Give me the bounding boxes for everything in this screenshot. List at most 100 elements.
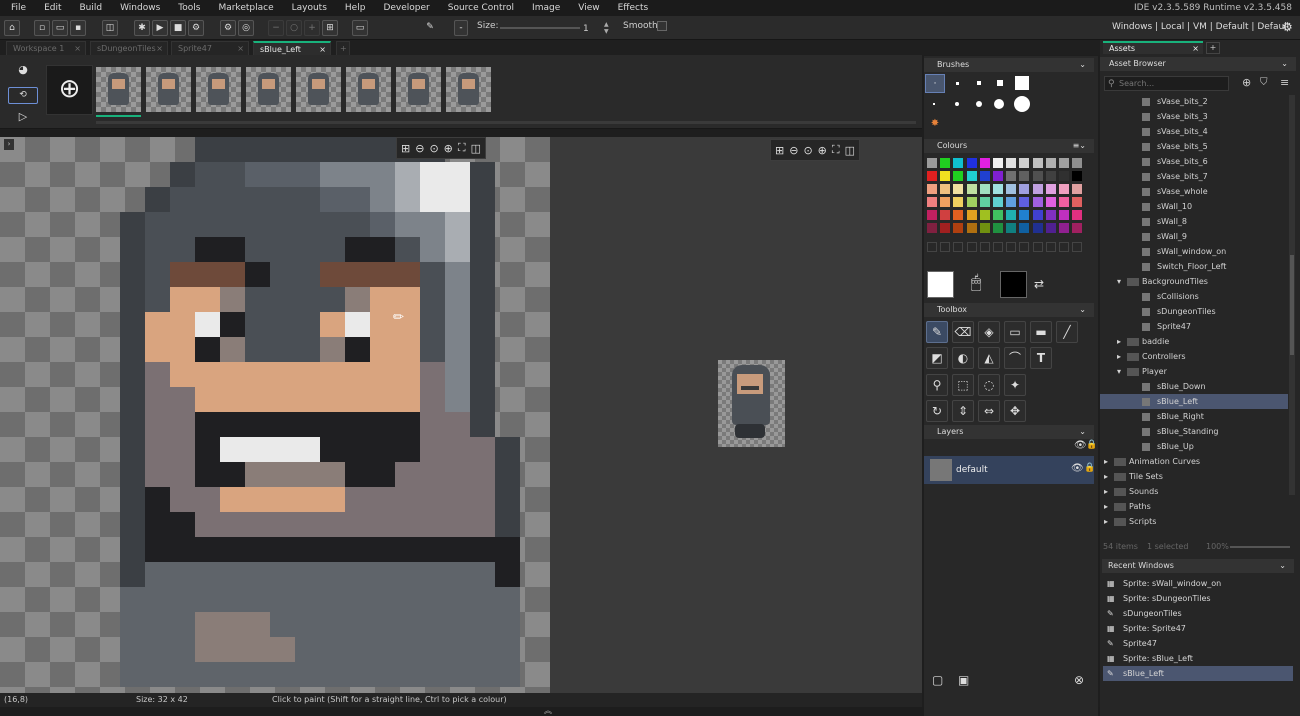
colour-swatch[interactable] (966, 171, 977, 181)
asset-folder[interactable]: ▾ Player (1100, 364, 1288, 379)
colour-swatch[interactable] (940, 158, 951, 168)
colour-swatch[interactable] (1006, 171, 1017, 181)
zoom-in-icon[interactable]: ⊕ (818, 144, 827, 157)
curve-tool-icon[interactable]: ⌒ (1004, 347, 1026, 369)
colour-swatch[interactable] (979, 171, 990, 181)
asset-item[interactable]: sBlue_Left (1100, 394, 1288, 409)
select-rect-tool-icon[interactable]: ▭ (1004, 321, 1026, 343)
size-decrease-button[interactable]: - (454, 20, 468, 36)
size-spinner[interactable]: ▲ ▼ (604, 21, 612, 35)
tab-sblue_left[interactable]: sBlue_Left × (253, 41, 331, 55)
split-view-icon[interactable]: ◫ (845, 144, 855, 157)
colour-swatch[interactable] (1072, 171, 1083, 181)
empty-swatch[interactable] (1006, 242, 1017, 252)
menu-source-control[interactable]: Source Control (437, 0, 521, 16)
asset-item[interactable]: sBlue_Up (1100, 439, 1288, 454)
rectangle-tool-icon[interactable]: ◩ (926, 347, 948, 369)
recent-window-item[interactable]: ▦ Sprite: sBlue_Left (1103, 651, 1293, 666)
empty-swatch[interactable] (966, 242, 977, 252)
menu-layouts[interactable]: Layouts (281, 0, 334, 16)
colour-swatch[interactable] (1072, 158, 1083, 168)
menu-image[interactable]: Image (521, 0, 567, 16)
recent-window-item[interactable]: ✎ sDungeonTiles (1103, 606, 1293, 621)
run-icon[interactable]: ▶ (152, 20, 168, 36)
menu-edit[interactable]: Edit (33, 0, 68, 16)
layers-header[interactable]: Layers ⌄ (924, 425, 1094, 439)
frame-thumbnail[interactable] (196, 67, 241, 112)
collapsed-arrow-icon[interactable]: ▸ (1117, 334, 1121, 349)
zoom-out-icon[interactable]: − (268, 20, 284, 36)
empty-swatch[interactable] (1059, 242, 1069, 252)
colour-swatch[interactable] (1059, 171, 1069, 181)
colour-swatch[interactable] (979, 184, 990, 194)
colour-swatch[interactable] (979, 197, 990, 207)
colour-swatch[interactable] (1019, 223, 1030, 233)
frame-scrollbar[interactable] (96, 121, 916, 124)
target-selector[interactable]: Windows | Local | VM | Default | Default (1112, 22, 1290, 32)
colour-swatch[interactable] (979, 158, 990, 168)
colour-swatch[interactable] (1045, 158, 1056, 168)
fit-icon[interactable]: ⛶ (832, 143, 840, 157)
asset-item[interactable]: sBlue_Standing (1100, 424, 1288, 439)
collapsed-arrow-icon[interactable]: ▸ (1104, 499, 1108, 514)
paint-bucket-icon[interactable]: ◕ (14, 63, 32, 79)
colour-swatch[interactable] (1019, 210, 1030, 220)
delete-layer-icon[interactable]: ⊗ (1074, 673, 1090, 689)
colour-swatch[interactable] (1019, 184, 1030, 194)
asset-item[interactable]: sVase_bits_3 (1100, 109, 1288, 124)
close-tab-icon[interactable]: × (237, 42, 244, 55)
empty-swatch[interactable] (953, 242, 964, 252)
add-window-tab[interactable]: + (1206, 42, 1220, 54)
new-file-icon[interactable]: ▫ (34, 20, 50, 36)
colour-swatch[interactable] (1059, 184, 1069, 194)
asset-folder[interactable]: ▸ Sounds (1100, 484, 1288, 499)
colour-swatch[interactable] (953, 184, 964, 194)
colour-swatch[interactable] (966, 223, 977, 233)
frame-thumbnail[interactable] (346, 67, 391, 112)
empty-swatch[interactable] (1019, 242, 1030, 252)
colour-swatch[interactable] (953, 210, 964, 220)
colour-swatch[interactable] (993, 197, 1003, 207)
colour-swatch[interactable] (927, 197, 937, 207)
pencil-tool-icon[interactable]: ✎ (926, 321, 948, 343)
colour-swatch[interactable] (979, 223, 990, 233)
close-tab-icon[interactable]: × (74, 42, 81, 55)
custom-brush-icon[interactable]: ✸ (927, 118, 943, 134)
move-tool-icon[interactable]: ✥ (1004, 400, 1026, 422)
colour-swatch[interactable] (953, 223, 964, 233)
expand-panel-icon[interactable]: › (4, 139, 14, 150)
layer-lock-icon[interactable]: 🔒 (1084, 463, 1095, 473)
select-tool-icon[interactable]: ⬚ (952, 374, 974, 396)
round-brush-1[interactable] (933, 103, 935, 105)
clean-icon[interactable]: ◫ (102, 20, 118, 36)
colour-swatch[interactable] (1059, 210, 1069, 220)
zoom-reset-icon[interactable]: ⊙ (803, 144, 812, 157)
recent-window-item[interactable]: ✎ Sprite47 (1103, 636, 1293, 651)
colour-swatch[interactable] (1072, 184, 1083, 194)
tab-sdungeontiles[interactable]: sDungeonTiles × (90, 41, 168, 55)
colour-swatch[interactable] (1045, 197, 1056, 207)
round-brush-5[interactable] (1014, 96, 1030, 112)
collapsed-arrow-icon[interactable]: ▸ (1104, 469, 1108, 484)
colour-swatch[interactable] (927, 171, 937, 181)
game-options-icon[interactable]: ⊞ (322, 20, 338, 36)
zoom-out-icon[interactable]: ⊖ (415, 142, 424, 155)
colour-swatch[interactable] (1059, 223, 1069, 233)
colour-swatch[interactable] (1032, 197, 1043, 207)
colour-swatch[interactable] (1006, 197, 1017, 207)
colour-swatch[interactable] (1006, 158, 1017, 168)
asset-browser-header[interactable]: Asset Browser ⌄ (1100, 57, 1296, 71)
home-icon[interactable]: ⌂ (4, 20, 20, 36)
gear-icon[interactable]: ⚙ (1282, 21, 1296, 35)
asset-item[interactable]: sWall_9 (1100, 229, 1288, 244)
colour-swatch[interactable] (940, 171, 951, 181)
split-view-icon[interactable]: ◫ (471, 142, 481, 155)
frame-thumbnail[interactable] (446, 67, 491, 112)
asset-item[interactable]: sVase_whole (1100, 184, 1288, 199)
menu-build[interactable]: Build (69, 0, 110, 16)
brush-4px[interactable] (997, 80, 1003, 86)
frame-thumbnail[interactable] (296, 67, 341, 112)
menu-tools[interactable]: Tools (167, 0, 207, 16)
asset-search-box[interactable]: ⚲ (1104, 76, 1229, 91)
menu-windows[interactable]: Windows (109, 0, 167, 16)
